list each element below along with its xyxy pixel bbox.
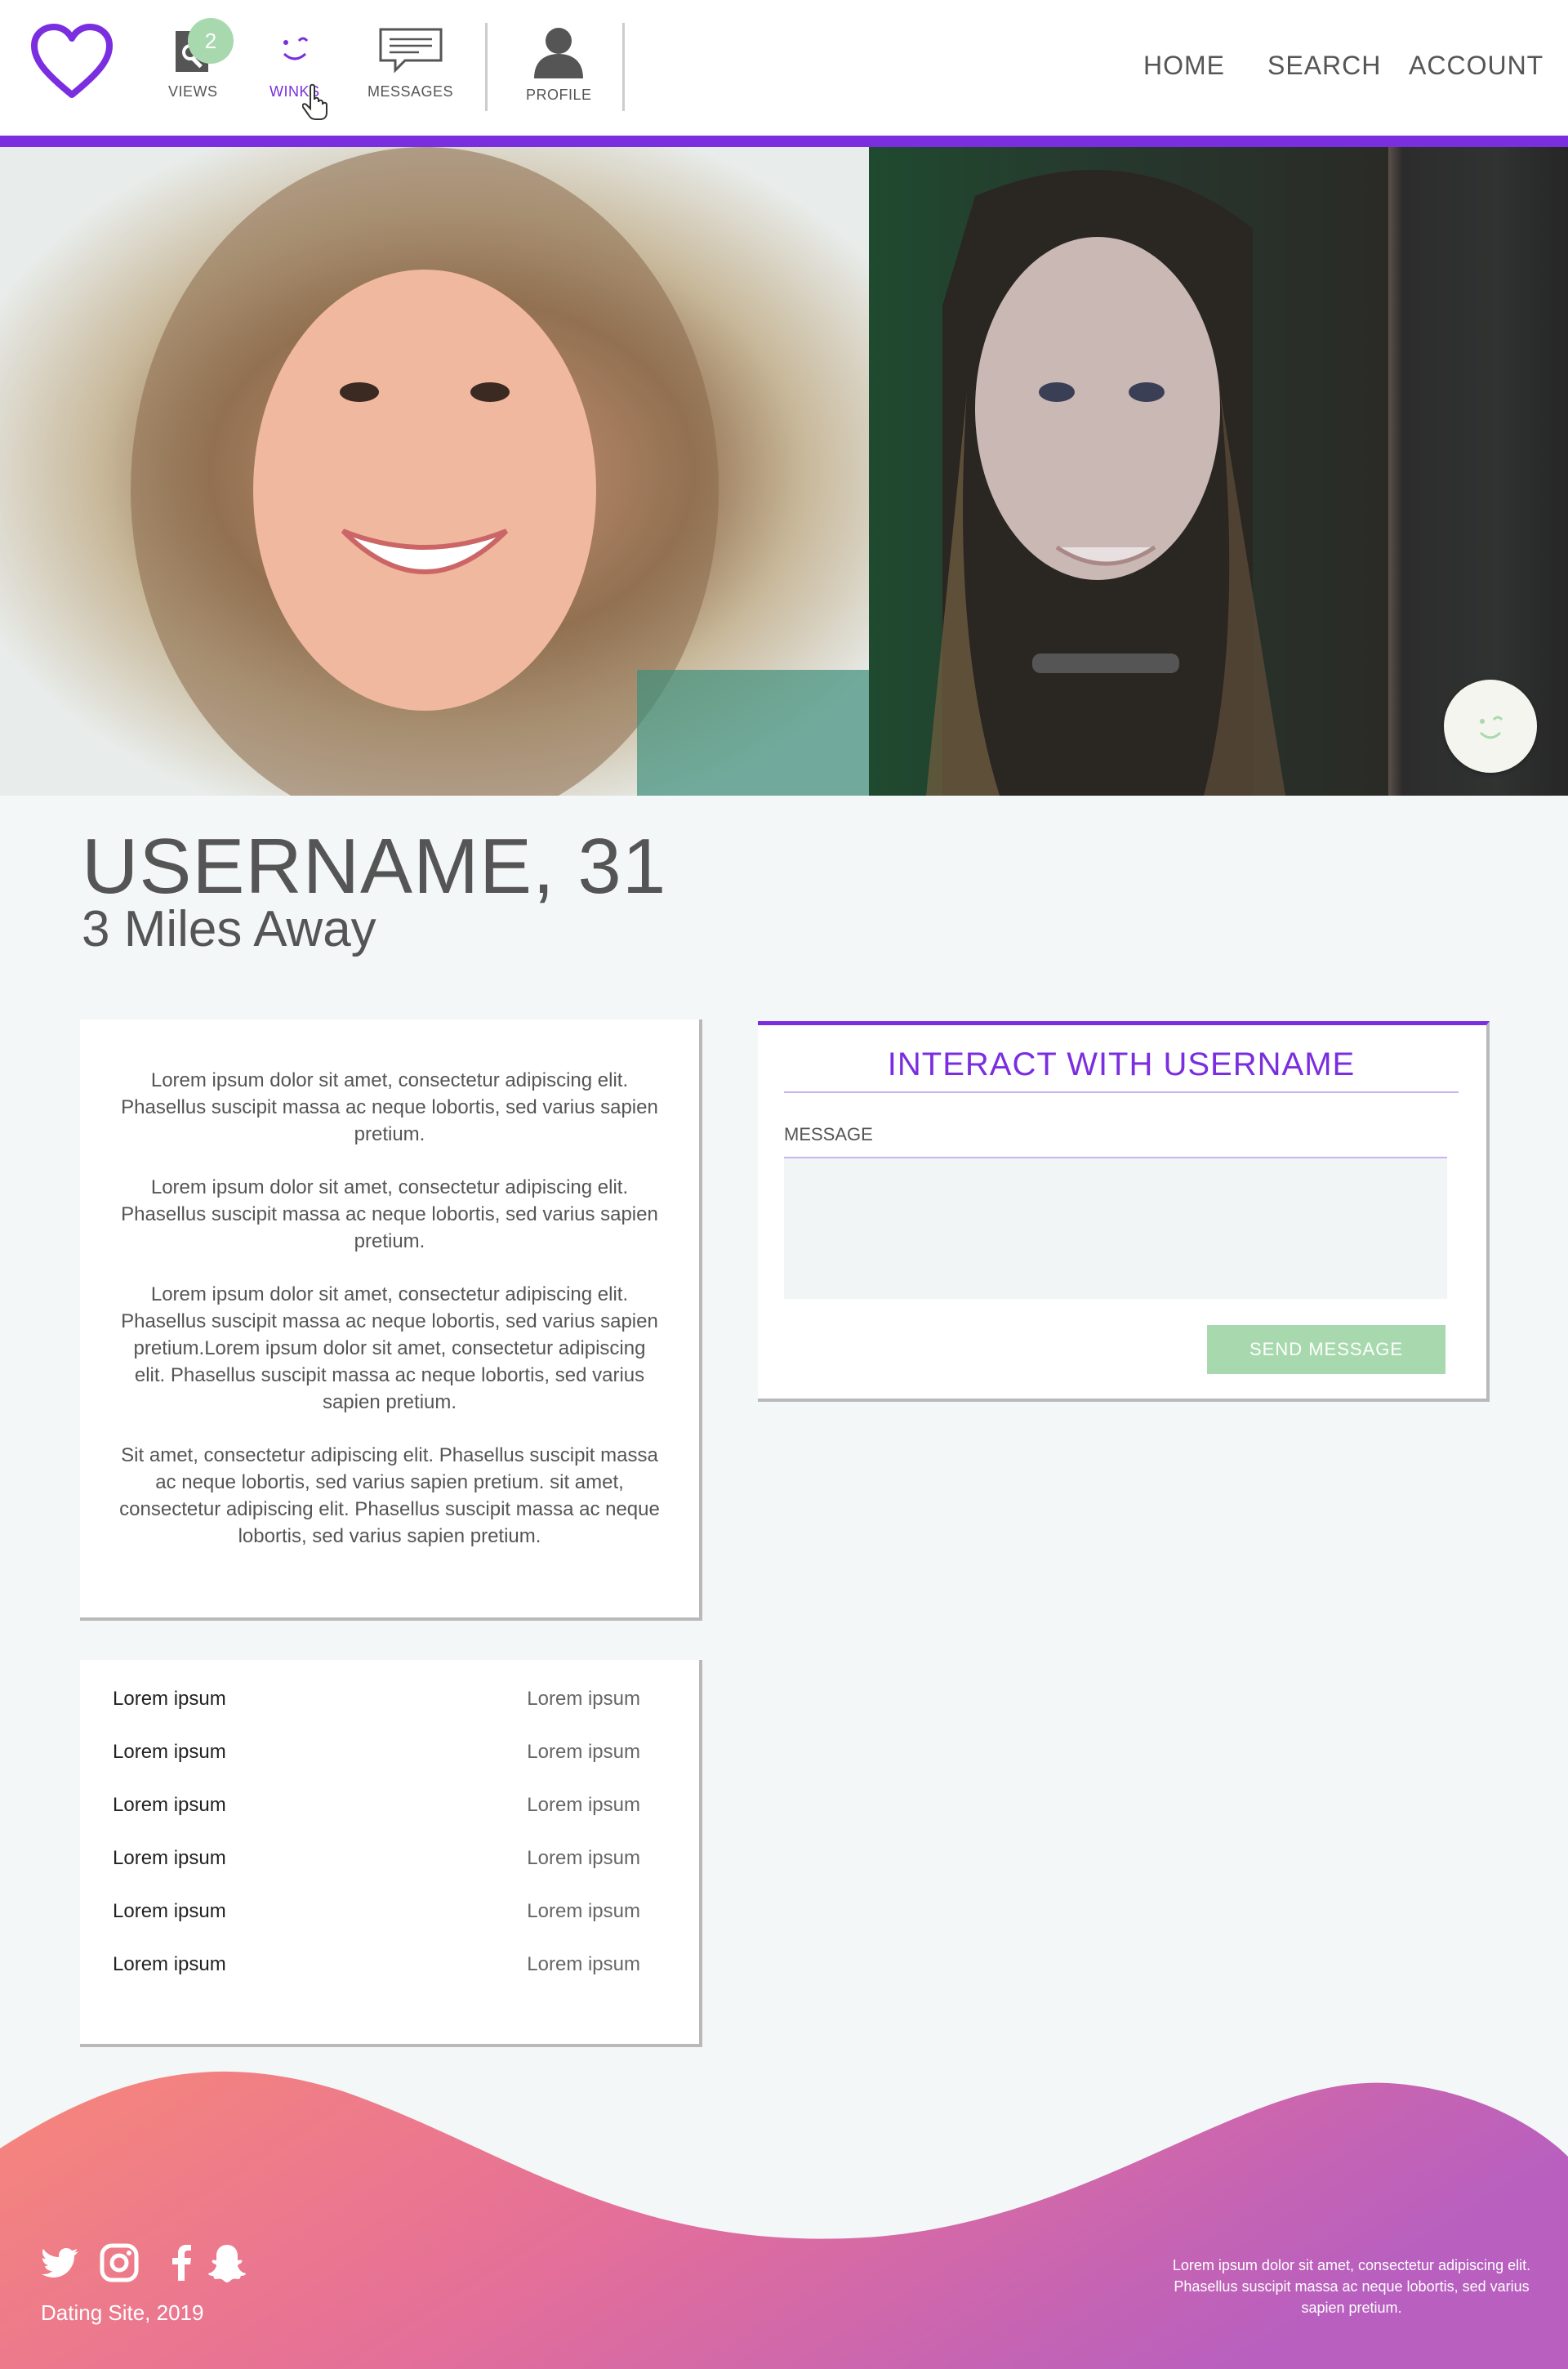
- interact-card: INTERACT WITH USERNAME MESSAGE SEND MESS…: [758, 1021, 1490, 1402]
- wink-icon: [283, 37, 308, 60]
- detail-key: Lorem ipsum: [113, 1794, 226, 1816]
- footer-background: [0, 2071, 1568, 2369]
- nav-divider: [485, 23, 488, 111]
- detail-row: Lorem ipsum Lorem ipsum: [113, 1900, 640, 1953]
- about-paragraph: Lorem ipsum dolor sit amet, consectetur …: [121, 1176, 658, 1252]
- detail-row: Lorem ipsum Lorem ipsum: [113, 1741, 640, 1794]
- detail-key: Lorem ipsum: [113, 1847, 226, 1869]
- about-paragraph: Lorem ipsum dolor sit amet, consectetur …: [121, 1069, 658, 1145]
- nav-home-link[interactable]: HOME: [1143, 51, 1225, 81]
- nav-profile-label: PROFILE: [526, 87, 592, 103]
- heart-logo-icon[interactable]: [29, 23, 114, 101]
- interact-title: INTERACT WITH USERNAME: [784, 1046, 1459, 1093]
- send-wink-button[interactable]: [1444, 680, 1537, 773]
- nav-messages[interactable]: MESSAGES: [368, 25, 453, 100]
- message-label: MESSAGE: [784, 1124, 1447, 1158]
- profile-photo-second[interactable]: [869, 147, 1388, 796]
- about-paragraph: Lorem ipsum dolor sit amet, consectetur …: [121, 1283, 658, 1413]
- message-input[interactable]: [784, 1158, 1447, 1299]
- facebook-icon[interactable]: [160, 2242, 203, 2284]
- detail-value: Lorem ipsum: [527, 1794, 640, 1816]
- about-paragraph: Sit amet, consectetur adipiscing elit. P…: [119, 1444, 660, 1547]
- snapchat-icon[interactable]: [206, 2242, 248, 2284]
- nav-messages-label: MESSAGES: [368, 83, 454, 100]
- detail-key: Lorem ipsum: [113, 1741, 226, 1763]
- detail-row: Lorem ipsum Lorem ipsum: [113, 1794, 640, 1847]
- detail-key: Lorem ipsum: [113, 1688, 226, 1710]
- footer-copyright: Dating Site, 2019: [41, 2300, 204, 2325]
- profile-photo-main[interactable]: [0, 147, 869, 796]
- portrait-photo: [131, 147, 869, 796]
- detail-value: Lorem ipsum: [527, 1688, 640, 1710]
- footer-blurb: Lorem ipsum dolor sit amet, consectetur …: [1172, 2257, 1531, 2316]
- detail-row: Lorem ipsum Lorem ipsum: [113, 1847, 640, 1900]
- twitter-icon[interactable]: [39, 2242, 82, 2284]
- instagram-icon[interactable]: [98, 2242, 140, 2284]
- details-card: Lorem ipsum Lorem ipsum Lorem ipsum Lorem …: [80, 1660, 702, 2047]
- detail-key: Lorem ipsum: [113, 1900, 226, 1922]
- views-count-badge: 2: [188, 18, 234, 64]
- portrait-photo: [926, 170, 1285, 796]
- nav-profile[interactable]: PROFILE: [526, 25, 592, 104]
- detail-key: Lorem ipsum: [113, 1953, 226, 1975]
- about-card: Lorem ipsum dolor sit amet, consectetur …: [80, 1019, 702, 1621]
- message-icon: [379, 28, 443, 74]
- header-accent-bar: [0, 136, 1568, 147]
- profile-distance: 3 Miles Away: [82, 901, 376, 957]
- detail-value: Lorem ipsum: [527, 1953, 640, 1975]
- send-message-button[interactable]: SEND MESSAGE: [1207, 1325, 1446, 1374]
- detail-value: Lorem ipsum: [527, 1847, 640, 1869]
- user-icon: [534, 28, 584, 78]
- detail-value: Lorem ipsum: [527, 1741, 640, 1763]
- detail-value: Lorem ipsum: [527, 1900, 640, 1922]
- detail-row: Lorem ipsum Lorem ipsum: [113, 1953, 640, 2006]
- wink-icon: [1479, 716, 1503, 739]
- nav-account-link[interactable]: ACCOUNT: [1409, 51, 1544, 81]
- detail-row: Lorem ipsum Lorem ipsum: [113, 1688, 640, 1741]
- nav-views-label: VIEWS: [168, 83, 218, 100]
- nav-search-link[interactable]: SEARCH: [1267, 51, 1381, 81]
- profile-name-age: USERNAME, 31: [82, 823, 667, 910]
- pointer-cursor-icon: [302, 83, 327, 120]
- nav-divider: [622, 23, 625, 111]
- top-header: VIEWS 2 WINKS MESSAGES PROFILE HOME SEAR…: [0, 0, 1568, 136]
